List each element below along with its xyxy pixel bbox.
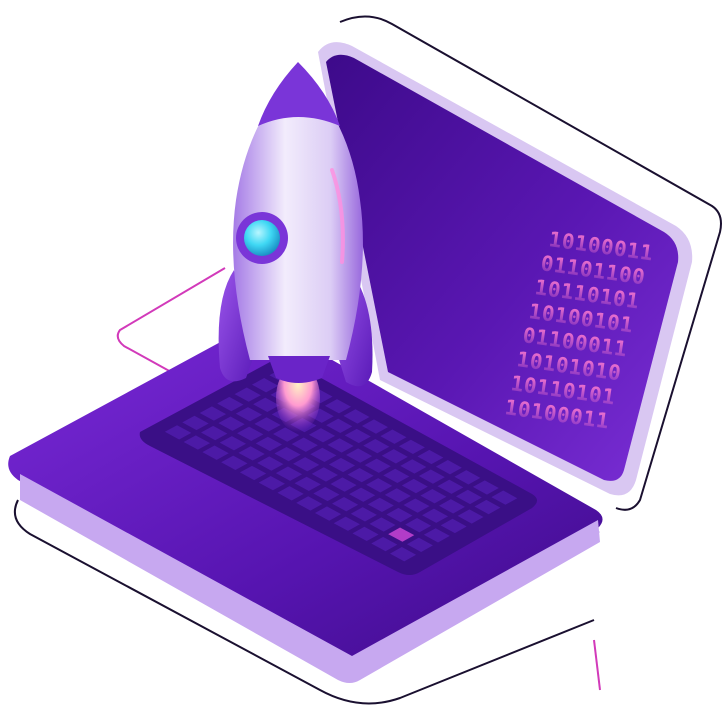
rocket-window-glass xyxy=(244,220,280,256)
laptop-rocket-illustration: 10100011 01101100 10110101 10100101 0110… xyxy=(8,15,722,705)
